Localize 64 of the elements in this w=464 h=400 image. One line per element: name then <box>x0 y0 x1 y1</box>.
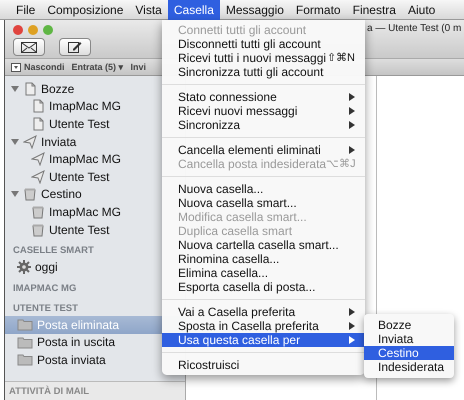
menu-bar-item[interactable]: Messaggio <box>220 0 290 20</box>
menu-item[interactable]: Indesiderata <box>364 360 454 374</box>
compose-button[interactable] <box>59 38 91 56</box>
menu-item[interactable]: Sincronizza <box>162 118 365 132</box>
menu-bar-item[interactable]: Formato <box>290 0 347 20</box>
disclosure-triangle-icon[interactable] <box>11 138 19 146</box>
menu-bar-item[interactable]: File <box>10 0 42 20</box>
get-mail-button[interactable] <box>13 38 45 56</box>
menu-item[interactable]: Disconnetti tutti gli account <box>162 37 365 51</box>
menu-item[interactable]: Nuova cartella casella smart... <box>162 238 365 252</box>
mailbox-label[interactable]: Utente Test <box>49 222 110 237</box>
menu-item[interactable]: Sincronizza tutti gli account <box>162 65 365 79</box>
disclosure-triangle-icon[interactable] <box>11 190 19 198</box>
document-icon <box>23 82 37 96</box>
menu-item[interactable]: Bozze <box>364 318 454 332</box>
pencil-paper-icon <box>68 41 82 53</box>
paper-plane-icon <box>31 170 45 184</box>
hide-button[interactable]: Nascondi <box>11 62 65 72</box>
mailbox-label[interactable]: ImapMac MG <box>49 152 122 166</box>
menu-item[interactable]: Stato connessione <box>162 90 365 104</box>
menu-item[interactable]: Usa questa casella per <box>162 333 365 347</box>
gear-icon <box>17 260 31 274</box>
menu-item[interactable]: Ricostruisci <box>162 358 365 372</box>
window-title: a — Utente Test (0 m <box>367 22 462 36</box>
document-icon <box>31 116 45 131</box>
mailbox-label[interactable]: Utente Test <box>49 170 110 184</box>
sidebar-icon <box>11 62 21 72</box>
mailbox-label[interactable]: ImapMac MG <box>49 99 122 114</box>
folder-icon <box>17 318 33 332</box>
menu-bar-item[interactable]: Casella <box>168 0 220 20</box>
menu-item[interactable]: Esporta casella di posta... <box>162 280 365 294</box>
close-button[interactable] <box>13 25 23 35</box>
submenu-arrow-icon <box>349 146 355 154</box>
menu-item[interactable]: Rinomina casella... <box>162 252 365 266</box>
trash-icon <box>31 204 45 219</box>
menu-item[interactable]: Cancella elementi eliminati <box>162 143 365 157</box>
mailbox-label[interactable]: Cestino <box>41 187 82 202</box>
menu-item[interactable]: Nuova casella... <box>162 182 365 196</box>
menu-bar-item[interactable]: Vista <box>129 0 168 20</box>
mailbox-label[interactable]: Bozze <box>41 82 74 96</box>
menu-item[interactable]: Cestino <box>364 346 454 360</box>
menu-bar-item[interactable]: Composizione <box>41 0 130 20</box>
mailbox-label[interactable]: ImapMac MG <box>49 204 122 219</box>
paper-plane-icon <box>31 152 45 166</box>
menu-item[interactable]: Ricevi tutti i nuovi messaggi⇧⌘N <box>162 51 365 65</box>
trash-icon <box>31 222 45 237</box>
mailbox-button[interactable]: Invi <box>130 62 146 72</box>
document-icon <box>31 99 45 114</box>
mailbox-label[interactable]: Inviata <box>41 134 76 149</box>
paper-plane-icon <box>23 134 37 149</box>
mailbox-button[interactable]: Entrata (5) ▾ <box>72 62 124 72</box>
envelope-icon <box>21 42 37 52</box>
folder-icon <box>17 353 33 366</box>
menu-item[interactable]: Inviata <box>364 332 454 346</box>
disclosure-triangle-icon[interactable] <box>11 84 19 93</box>
activity-footer: ATTIVITÀ DI MAIL <box>5 381 185 400</box>
trash-icon <box>23 187 37 202</box>
menu-item[interactable]: Nuova casella smart... <box>162 196 365 210</box>
menu-bar-item[interactable]: Aiuto <box>402 0 442 20</box>
menu-item[interactable]: Ricevi nuovi messaggi <box>162 104 365 118</box>
menu-bar-item[interactable]: Finestra <box>346 0 402 20</box>
menu-item[interactable]: Elimina casella... <box>162 266 365 280</box>
mailbox-label[interactable]: Utente Test <box>49 116 110 131</box>
zoom-button[interactable] <box>43 25 53 35</box>
